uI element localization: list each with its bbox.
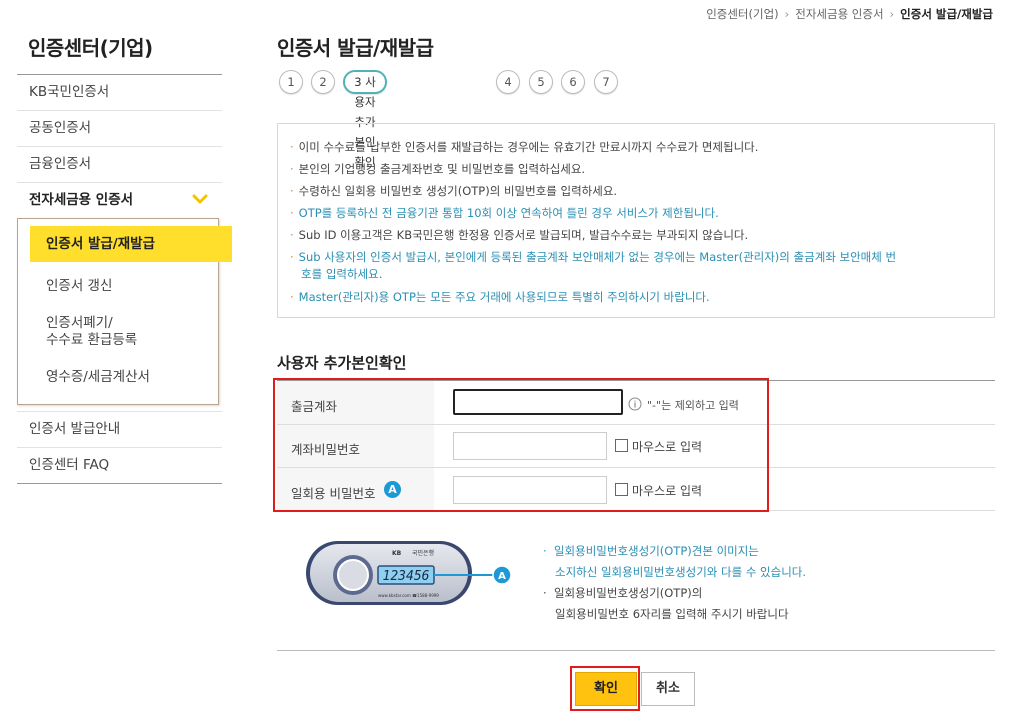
notice-item: · OTP를 등록하신 전 금융기관 통합 10회 이상 연속하여 틀린 경우 서… bbox=[290, 205, 719, 221]
step-7: 7 bbox=[594, 70, 618, 94]
notice-item-continued: 호를 입력하세요. bbox=[301, 267, 383, 281]
step-4: 4 bbox=[496, 70, 520, 94]
bullet-icon: · bbox=[290, 184, 294, 198]
sidebar-item-e-tax-cert[interactable]: 전자세금용 인증서 bbox=[17, 183, 222, 218]
bullet-icon: · bbox=[290, 140, 294, 154]
sidebar-item-issue-guide[interactable]: 인증서 발급안내 bbox=[17, 411, 222, 448]
step-2: 2 bbox=[311, 70, 335, 94]
bullet-icon: · bbox=[290, 206, 294, 220]
sidebar: KB국민인증서 공동인증서 금융인증서 전자세금용 인증서 인증서 발급/재발급… bbox=[17, 74, 232, 484]
breadcrumb-current: 인증서 발급/재발급 bbox=[900, 7, 993, 21]
breadcrumb: 인증센터(기업) › 전자세금용 인증서 › 인증서 발급/재발급 bbox=[706, 6, 993, 22]
otp-info-line: 일회용비밀번호 6자리를 입력해 주시기 바랍니다 bbox=[555, 607, 789, 621]
highlight-box-form bbox=[273, 378, 769, 512]
breadcrumb-item[interactable]: 전자세금용 인증서 bbox=[795, 7, 883, 21]
otp-device-bank: 국민은행 bbox=[412, 549, 434, 557]
bullet-icon: · bbox=[290, 290, 294, 304]
sidebar-item-label: KB국민인증서 bbox=[29, 84, 110, 100]
otp-info-line: 소지하신 일회용비밀번호생성기와 다를 수 있습니다. bbox=[555, 565, 807, 579]
submenu-item-label: 인증서폐기/ bbox=[46, 315, 113, 331]
bullet-icon: · bbox=[290, 228, 294, 242]
step-1: 1 bbox=[279, 70, 303, 94]
sidebar-item-label: 인증센터 FAQ bbox=[29, 457, 110, 473]
submenu-item-revoke-refund[interactable]: 인증서폐기/수수료 환급등록 bbox=[18, 307, 218, 357]
step-3-current: 3 사용자 추가본인확인 bbox=[343, 70, 387, 169]
notice-item: · Master(관리자)용 OTP는 모든 주요 거래에 사용되므로 특별히 주… bbox=[290, 289, 710, 305]
notice-text: Master(관리자)용 OTP는 모든 주요 거래에 사용되므로 특별히 주의… bbox=[298, 290, 710, 304]
notice-item: · Sub 사용자의 인증서 발급시, 본인에게 등록된 출금계좌 보안매체가 없… bbox=[290, 249, 896, 265]
notice-item: · Sub ID 이용고객은 KB국민은행 한정용 인증서로 발급되며, 발급수수… bbox=[290, 227, 748, 243]
sidebar-item-label: 금융인증서 bbox=[29, 156, 92, 172]
highlight-box-confirm bbox=[570, 666, 640, 711]
notice-box: · 이미 수수료를 납부한 인증서를 재발급하는 경우에는 유효기간 만료시까지 … bbox=[277, 123, 995, 318]
notice-text: 본인의 기업뱅킹 출금계좌번호 및 비밀번호를 입력하십세요. bbox=[298, 162, 586, 176]
otp-device-display: 123456 bbox=[383, 569, 430, 584]
otp-device-badge-a: A bbox=[498, 571, 506, 582]
submenu-item-label: 인증서 갱신 bbox=[46, 278, 113, 294]
bullet-icon: · bbox=[290, 162, 294, 176]
section-title: 사용자 추가본인확인 bbox=[277, 354, 407, 372]
sidebar-submenu: 인증서 발급/재발급 인증서 갱신 인증서폐기/수수료 환급등록 영수증/세금계… bbox=[17, 218, 232, 405]
notice-item: · 수령하신 일회용 비밀번호 생성기(OTP)의 비밀번호를 입력하세요. bbox=[290, 183, 617, 199]
sidebar-item-label: 공동인증서 bbox=[29, 120, 92, 136]
cancel-button[interactable]: 취소 bbox=[641, 672, 695, 706]
notice-text: 수령하신 일회용 비밀번호 생성기(OTP)의 비밀번호를 입력하세요. bbox=[298, 184, 618, 198]
notice-text: Sub ID 이용고객은 KB국민은행 한정용 인증서로 발급되며, 발급수수료… bbox=[298, 228, 749, 242]
submenu-item-receipt[interactable]: 영수증/세금계산서 bbox=[18, 361, 218, 394]
sidebar-item-faq[interactable]: 인증센터 FAQ bbox=[17, 448, 222, 484]
otp-info-line: · 일회용비밀번호생성기(OTP)견본 이미지는 bbox=[543, 544, 759, 558]
step-5: 5 bbox=[529, 70, 553, 94]
submenu-item-issue[interactable]: 인증서 발급/재발급 bbox=[30, 226, 232, 262]
sidebar-item-label: 인증서 발급안내 bbox=[29, 421, 121, 437]
submenu-item-label: 영수증/세금계산서 bbox=[46, 369, 150, 385]
sidebar-item-kb-cert[interactable]: KB국민인증서 bbox=[17, 75, 222, 111]
notice-text: Sub 사용자의 인증서 발급시, 본인에게 등록된 출금계좌 보안매체가 없는… bbox=[298, 250, 897, 264]
otp-info-line: · 일회용비밀번호생성기(OTP)의 bbox=[543, 586, 703, 600]
otp-device-illustration: 123456 KB 국민은행 www.kbstar.com ☎1588-9999… bbox=[306, 541, 512, 605]
page-title: 인증서 발급/재발급 bbox=[277, 36, 434, 60]
sidebar-title: 인증센터(기업) bbox=[28, 36, 153, 60]
notice-item: · 이미 수수료를 납부한 인증서를 재발급하는 경우에는 유효기간 만료시까지 … bbox=[290, 139, 758, 155]
otp-device-brand: KB bbox=[392, 550, 402, 557]
button-divider bbox=[277, 650, 995, 651]
breadcrumb-item[interactable]: 인증센터(기업) bbox=[706, 7, 778, 21]
otp-device-url: www.kbstar.com ☎1588-9999 bbox=[378, 593, 439, 598]
step-6: 6 bbox=[561, 70, 585, 94]
chevron-down-icon bbox=[192, 194, 208, 204]
bullet-icon: · bbox=[290, 250, 294, 264]
submenu-item-label: 인증서 발급/재발급 bbox=[46, 236, 155, 252]
breadcrumb-separator-icon: › bbox=[784, 7, 790, 21]
sidebar-item-label: 전자세금용 인증서 bbox=[29, 192, 134, 208]
submenu-item-label: 수수료 환급등록 bbox=[46, 332, 138, 348]
notice-item: · 본인의 기업뱅킹 출금계좌번호 및 비밀번호를 입력하십세요. bbox=[290, 161, 585, 177]
sidebar-item-joint-cert[interactable]: 공동인증서 bbox=[17, 111, 222, 147]
sidebar-item-financial-cert[interactable]: 금융인증서 bbox=[17, 147, 222, 183]
notice-text: OTP를 등록하신 전 금융기관 통합 10회 이상 연속하여 틀린 경우 서비… bbox=[298, 206, 719, 220]
breadcrumb-separator-icon: › bbox=[889, 7, 895, 21]
notice-text: 이미 수수료를 납부한 인증서를 재발급하는 경우에는 유효기간 만료시까지 수… bbox=[298, 140, 759, 154]
submenu-item-renew[interactable]: 인증서 갱신 bbox=[18, 270, 218, 303]
